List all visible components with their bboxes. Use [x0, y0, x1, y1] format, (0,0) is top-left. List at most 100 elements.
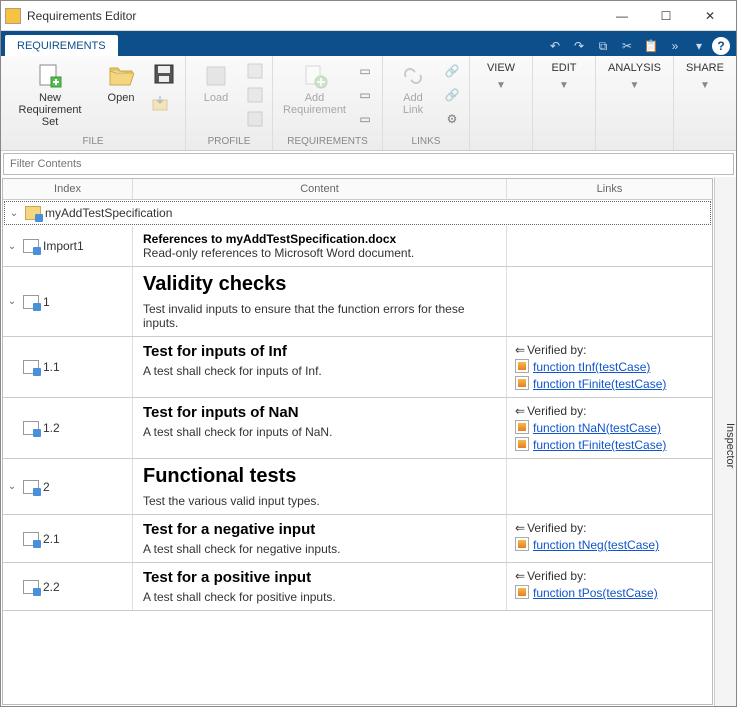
verify-link[interactable]: function tNaN(testCase)	[533, 421, 661, 435]
root-row[interactable]: ⌄ myAddTestSpecification	[4, 201, 711, 225]
req-desc: Test invalid inputs to ensure that the f…	[143, 302, 496, 330]
req-opt1[interactable]: ▭	[354, 60, 376, 82]
req-row-1[interactable]: ⌄1 Validity checksTest invalid inputs to…	[3, 267, 712, 337]
analysis-button[interactable]: ANALYSIS▼	[602, 60, 667, 93]
req-title: Test for inputs of NaN	[143, 404, 496, 421]
help-button[interactable]: ?	[712, 37, 730, 55]
req-idx: 1.2	[43, 421, 60, 435]
add-req-icon	[301, 62, 329, 90]
link-opt3[interactable]: ⚙	[441, 108, 463, 130]
profile-opt1[interactable]	[244, 60, 266, 82]
req-desc: A test shall check for negative inputs.	[143, 542, 496, 556]
chevron-down-icon: ▼	[496, 80, 506, 91]
view-button[interactable]: VIEW▼	[476, 60, 526, 93]
save-icon	[150, 60, 178, 88]
new-requirement-set-button[interactable]: New Requirement Set	[7, 60, 93, 130]
group-profile: Load PROFILE	[186, 56, 273, 150]
profile-opt2[interactable]	[244, 84, 266, 106]
open-button[interactable]: Open	[97, 60, 145, 106]
table-header: Index Content Links	[3, 179, 712, 200]
import-icon	[23, 239, 39, 253]
save-button[interactable]	[149, 60, 179, 90]
tab-requirements[interactable]: REQUIREMENTS	[5, 35, 118, 56]
req-row-2[interactable]: ⌄2 Functional testsTest the various vali…	[3, 459, 712, 515]
col-links[interactable]: Links	[507, 179, 712, 199]
expand-chevron[interactable]: ⌄	[5, 481, 19, 492]
req-idx: 2	[43, 480, 50, 494]
toolbar: New Requirement Set Open FILE	[1, 56, 736, 151]
import-row[interactable]: ⌄Import1 References to myAddTestSpecific…	[3, 226, 712, 267]
verify-link[interactable]: function tNeg(testCase)	[533, 538, 659, 552]
col-index[interactable]: Index	[3, 179, 133, 199]
import-button[interactable]	[149, 92, 171, 114]
copy-button[interactable]: ⧉	[592, 36, 614, 56]
group-links: Add Link 🔗 🔗 ⚙ LINKS	[383, 56, 470, 150]
content-area: Index Content Links ⌄ myAddTestSpecificat…	[1, 177, 736, 706]
verify-link[interactable]: function tFinite(testCase)	[533, 438, 666, 452]
req-row-1-2[interactable]: ⌄1.2 Test for inputs of NaNA test shall …	[3, 398, 712, 459]
verify-link[interactable]: function tInf(testCase)	[533, 360, 650, 374]
paste-button[interactable]: 📋	[640, 36, 662, 56]
chevron-down-icon: ▼	[630, 80, 640, 91]
verified-by-label: Verified by:	[515, 404, 704, 418]
function-icon	[515, 585, 529, 599]
undo-button[interactable]: ↶	[544, 36, 566, 56]
req-row-2-2[interactable]: ⌄2.2 Test for a positive inputA test sha…	[3, 563, 712, 611]
add-link-button[interactable]: Add Link	[389, 60, 437, 118]
chevron-down-icon: ▼	[700, 80, 710, 91]
col-content[interactable]: Content	[133, 179, 507, 199]
expand-chevron[interactable]: ⌄	[7, 208, 21, 219]
req-icon	[23, 480, 39, 494]
group-profile-label: PROFILE	[192, 134, 266, 150]
cut-button[interactable]: ✂	[616, 36, 638, 56]
verify-link[interactable]: function tFinite(testCase)	[533, 377, 666, 391]
req-title: Validity checks	[143, 273, 496, 296]
quick-access: ↶ ↷ ⧉ ✂ 📋 » ▾ ?	[544, 36, 736, 56]
app-icon	[5, 8, 21, 24]
verified-by-label: Verified by:	[515, 343, 704, 357]
titlebar: Requirements Editor — ☐ ✕	[1, 1, 736, 31]
req-desc: A test shall check for positive inputs.	[143, 590, 496, 604]
group-file-label: FILE	[7, 134, 179, 150]
group-analysis: ANALYSIS▼	[596, 56, 674, 150]
share-button[interactable]: SHARE▼	[680, 60, 730, 93]
group-edit: EDIT▼	[533, 56, 596, 150]
filter-input[interactable]	[4, 154, 733, 174]
close-button[interactable]: ✕	[688, 2, 732, 30]
req-idx: 2.2	[43, 580, 60, 594]
expand-button[interactable]: ▾	[688, 36, 710, 56]
chevron-down-icon: ▼	[559, 80, 569, 91]
req-desc: A test shall check for inputs of Inf.	[143, 364, 496, 378]
group-requirements: Add Requirement ▭ ▭ ▭ REQUIREMENTS	[273, 56, 383, 150]
minimize-button[interactable]: —	[600, 2, 644, 30]
function-icon	[515, 537, 529, 551]
verified-by-label: Verified by:	[515, 521, 704, 535]
add-requirement-button[interactable]: Add Requirement	[279, 60, 350, 118]
redo-button[interactable]: ↷	[568, 36, 590, 56]
function-icon	[515, 359, 529, 373]
verified-by-label: Verified by:	[515, 569, 704, 583]
app-window: Requirements Editor — ☐ ✕ REQUIREMENTS ↶…	[0, 0, 737, 707]
edit-button[interactable]: EDIT▼	[539, 60, 589, 93]
table-body[interactable]: ⌄ myAddTestSpecification ⌄Import1 Referen…	[3, 200, 712, 704]
link-opt2[interactable]: 🔗	[441, 84, 463, 106]
profile-opt3[interactable]	[244, 108, 266, 130]
req-icon	[23, 295, 39, 309]
reqset-icon	[25, 206, 41, 220]
inspector-panel-tab[interactable]: Inspector	[714, 177, 736, 706]
root-name: myAddTestSpecification	[45, 206, 172, 220]
maximize-button[interactable]: ☐	[644, 2, 688, 30]
req-row-1-1[interactable]: ⌄1.1 Test for inputs of InfA test shall …	[3, 337, 712, 398]
req-opt2[interactable]: ▭	[354, 84, 376, 106]
link-opt1[interactable]: 🔗	[441, 60, 463, 82]
load-profile-button[interactable]: Load	[192, 60, 240, 106]
expand-chevron[interactable]: ⌄	[5, 241, 19, 252]
req-row-2-1[interactable]: ⌄2.1 Test for a negative inputA test sha…	[3, 515, 712, 563]
more-button[interactable]: »	[664, 36, 686, 56]
req-title: Test for inputs of Inf	[143, 343, 496, 360]
function-icon	[515, 420, 529, 434]
expand-chevron[interactable]: ⌄	[5, 296, 19, 307]
folder-open-icon	[107, 62, 135, 90]
verify-link[interactable]: function tPos(testCase)	[533, 586, 658, 600]
req-opt3[interactable]: ▭	[354, 108, 376, 130]
